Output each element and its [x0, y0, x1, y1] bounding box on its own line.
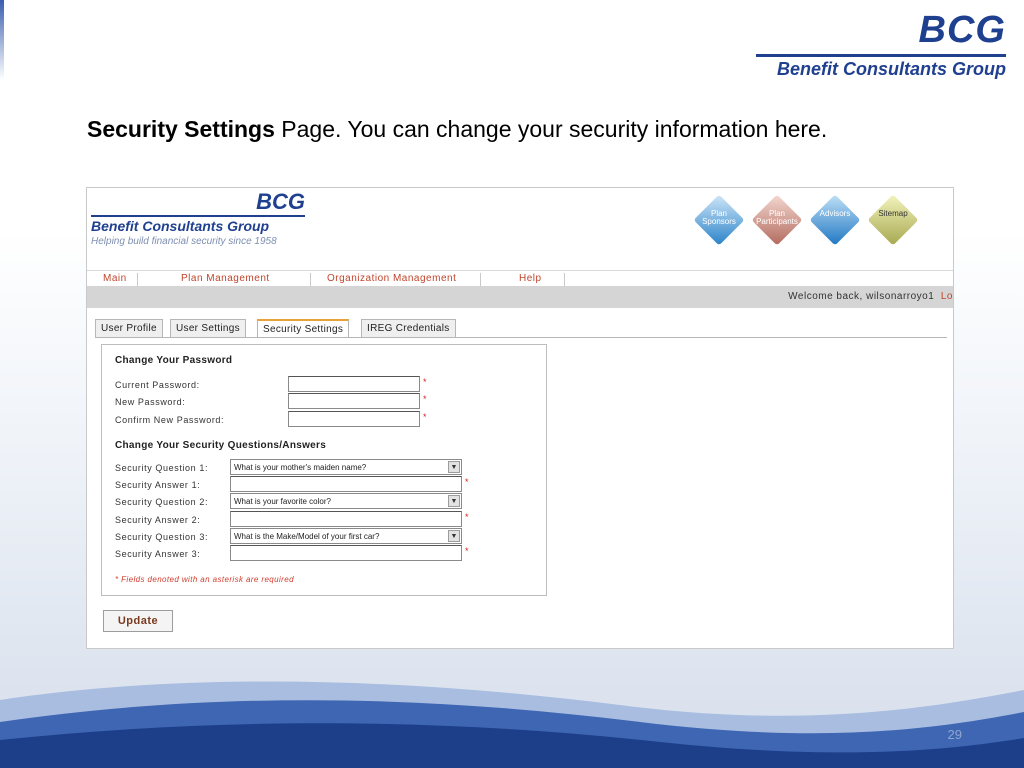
menu-item-organization-management[interactable]: Organization Management	[311, 273, 482, 287]
welcome-text: Welcome back, wilsonarroyo1 Lo	[788, 291, 953, 302]
app-logo-name: Benefit Consultants Group	[91, 218, 270, 234]
slide-caption: Security Settings Page. You can change y…	[87, 114, 887, 144]
bottom-wave-decoration	[0, 681, 1024, 768]
page-number: 29	[947, 727, 962, 742]
app-logo-rule	[91, 215, 305, 217]
slide-logo: BCG Benefit Consultants Group	[756, 10, 1006, 80]
diamond-shape-icon	[809, 194, 861, 246]
security-answer-3-label: Security Answer 3:	[115, 549, 201, 559]
tab-user-settings[interactable]: User Settings	[170, 319, 246, 337]
security-question-2-label: Security Question 2:	[115, 497, 209, 507]
security-question-2-select[interactable]: What is your favorite color? ▼	[230, 493, 462, 509]
security-question-1-label: Security Question 1:	[115, 463, 209, 473]
app-logo-bcg: BCG	[256, 189, 305, 214]
security-question-3-label: Security Question 3:	[115, 532, 209, 542]
caption-text: Page. You can change your security infor…	[274, 116, 828, 142]
menu-item-main[interactable]: Main	[93, 273, 138, 287]
required-marker: *	[465, 477, 469, 487]
required-marker: *	[423, 394, 427, 404]
current-password-input[interactable]	[288, 376, 420, 392]
select-value: What is your favorite color?	[234, 497, 331, 506]
update-button[interactable]: Update	[103, 610, 173, 632]
dropdown-arrow-icon: ▼	[448, 461, 460, 473]
nav-diamond-advisors[interactable]: Advisors	[809, 194, 861, 246]
left-accent-bar	[0, 0, 4, 80]
diamond-label: Plan Sponsors	[702, 209, 736, 226]
slide-logo-rule	[756, 54, 1006, 57]
app-screenshot: BCG Benefit Consultants Group Helping bu…	[86, 187, 954, 649]
select-value: What is your mother's maiden name?	[234, 463, 367, 472]
security-answer-2-input[interactable]	[230, 511, 462, 527]
tab-ireg-credentials[interactable]: IREG Credentials	[361, 319, 456, 337]
menu-item-plan-management[interactable]: Plan Management	[165, 273, 311, 287]
tab-divider	[95, 337, 947, 338]
slide-logo-bcg: BCG	[918, 9, 1006, 51]
logout-link[interactable]: Lo	[941, 291, 953, 302]
welcome-message: Welcome back, wilsonarroyo1	[788, 291, 935, 302]
caption-bold: Security Settings	[87, 116, 275, 142]
confirm-password-label: Confirm New Password:	[115, 415, 225, 425]
app-tagline: Helping build financial security since 1…	[91, 236, 277, 247]
new-password-label: New Password:	[115, 397, 186, 407]
security-answer-1-label: Security Answer 1:	[115, 480, 201, 490]
new-password-input[interactable]	[288, 393, 420, 409]
dropdown-arrow-icon: ▼	[448, 530, 460, 542]
security-answer-1-input[interactable]	[230, 476, 462, 492]
app-logo[interactable]: BCG Benefit Consultants Group Helping bu…	[91, 190, 321, 247]
diamond-label: Sitemap	[878, 209, 908, 218]
required-marker: *	[465, 546, 469, 556]
app-header: BCG Benefit Consultants Group Helping bu…	[87, 188, 953, 268]
dropdown-arrow-icon: ▼	[448, 495, 460, 507]
main-menubar: Main Plan Management Organization Manage…	[87, 270, 953, 287]
menu-item-help[interactable]: Help	[505, 273, 565, 287]
nav-diamond-plan-sponsors[interactable]: Plan Sponsors	[693, 194, 745, 246]
required-marker: *	[423, 377, 427, 387]
questions-section-title: Change Your Security Questions/Answers	[115, 440, 327, 451]
tab-user-profile[interactable]: User Profile	[95, 319, 163, 337]
security-answer-3-input[interactable]	[230, 545, 462, 561]
current-password-label: Current Password:	[115, 380, 200, 390]
security-answer-2-label: Security Answer 2:	[115, 515, 201, 525]
tab-security-settings[interactable]: Security Settings	[257, 319, 350, 337]
diamond-label: Plan Participants	[756, 209, 798, 226]
password-section-title: Change Your Password	[115, 355, 233, 366]
required-marker: *	[423, 412, 427, 422]
nav-diamond-plan-participants[interactable]: Plan Participants	[751, 194, 803, 246]
security-form-panel: Change Your Password Current Password: *…	[101, 344, 547, 596]
diamond-shape-icon	[867, 194, 919, 246]
slide-logo-name: Benefit Consultants Group	[777, 59, 1006, 79]
status-bar: Welcome back, wilsonarroyo1 Lo	[87, 286, 953, 308]
required-fields-note: * Fields denoted with an asterisk are re…	[115, 575, 294, 584]
select-value: What is the Make/Model of your first car…	[234, 532, 380, 541]
security-question-1-select[interactable]: What is your mother's maiden name? ▼	[230, 459, 462, 475]
nav-diamonds: Plan Sponsors Plan Participants Advisors…	[693, 188, 953, 266]
nav-diamond-sitemap[interactable]: Sitemap	[867, 194, 919, 246]
confirm-password-input[interactable]	[288, 411, 420, 427]
diamond-label: Advisors	[819, 209, 851, 218]
required-marker: *	[465, 512, 469, 522]
security-question-3-select[interactable]: What is the Make/Model of your first car…	[230, 528, 462, 544]
